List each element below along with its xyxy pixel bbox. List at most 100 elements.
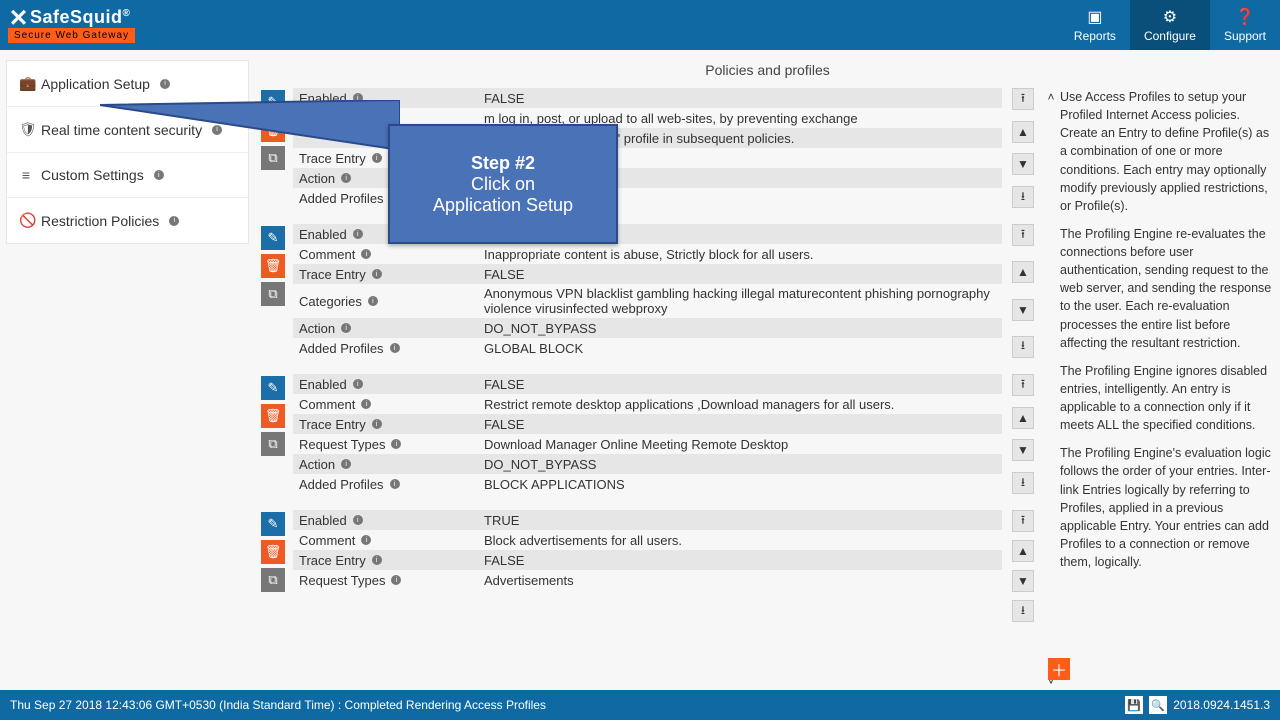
property-row: Trace EntryiFALSE — [293, 414, 1002, 434]
property-label: Request Typesi — [293, 571, 478, 590]
info-icon: i — [341, 323, 351, 333]
nav-label: Reports — [1074, 29, 1116, 43]
info-icon: i — [154, 170, 164, 180]
move-top-button[interactable]: ⭱ — [1012, 510, 1034, 532]
nav-reports[interactable]: ▣ Reports — [1060, 0, 1130, 50]
nav-support[interactable]: ❓ Support — [1210, 0, 1280, 50]
delete-button[interactable]: 🗑 — [261, 254, 285, 278]
info-icon: i — [372, 419, 382, 429]
nav-configure[interactable]: ⚙ Configure — [1130, 0, 1210, 50]
property-row: EnablediFALSE — [293, 374, 1002, 394]
property-row: EnablediTRUE — [293, 510, 1002, 530]
ban-icon: 🚫 — [19, 212, 33, 229]
info-icon: i — [361, 535, 371, 545]
policy-entry: ✎🗑⧉EnablediFALSECommentiRestrict remote … — [261, 374, 1036, 494]
header-nav: ▣ Reports ⚙ Configure ❓ Support — [1060, 0, 1280, 50]
property-row: Request TypesiAdvertisements — [293, 570, 1002, 590]
property-label: Trace Entryi — [293, 551, 478, 570]
move-bottom-button[interactable]: ⭳ — [1012, 600, 1034, 622]
property-label: Commenti — [293, 245, 478, 264]
move-up-button[interactable]: ▲ — [1012, 407, 1034, 429]
move-top-button[interactable]: ⭱ — [1012, 374, 1034, 396]
move-down-button[interactable]: ▼ — [1012, 153, 1034, 175]
entry-properties: EnablediFALSECommentiRestrict remote des… — [293, 374, 1002, 494]
sidebar-item-restriction-policies[interactable]: 🚫 Restriction Policies i — [7, 198, 248, 243]
move-top-button[interactable]: ⭱ — [1012, 88, 1034, 110]
property-label: Trace Entryi — [293, 265, 478, 284]
add-entry-button[interactable]: ＋ — [1048, 658, 1070, 680]
shield-icon: 🛡 — [19, 121, 33, 138]
property-value: Anonymous VPN blacklist gambling hacking… — [478, 284, 1002, 318]
info-icon: i — [391, 575, 401, 585]
property-row: ActioniDO_NOT_BYPASS — [293, 318, 1002, 338]
clone-button[interactable]: ⧉ — [261, 282, 285, 306]
expand-up-icon[interactable]: ˄ — [1047, 88, 1054, 106]
property-label: Trace Entryi — [293, 415, 478, 434]
info-icon: i — [390, 479, 400, 489]
edit-button[interactable]: ✎ — [261, 512, 285, 536]
move-bottom-button[interactable]: ⭳ — [1012, 186, 1034, 208]
clone-button[interactable]: ⧉ — [261, 432, 285, 456]
property-row: CommentiRestrict remote desktop applicat… — [293, 394, 1002, 414]
property-row: Trace EntryiFALSE — [293, 264, 1002, 284]
move-up-button[interactable]: ▲ — [1012, 121, 1034, 143]
property-row: ActioniDO_NOT_BYPASS — [293, 454, 1002, 474]
delete-button[interactable]: 🗑 — [261, 540, 285, 564]
property-value: FALSE — [478, 265, 1002, 284]
clone-button[interactable]: ⧉ — [261, 568, 285, 592]
info-icon: i — [391, 439, 401, 449]
property-row: Request TypesiDownload Manager Online Me… — [293, 434, 1002, 454]
move-up-button[interactable]: ▲ — [1012, 540, 1034, 562]
edit-button[interactable]: ✎ — [261, 226, 285, 250]
sidebar-item-label: Application Setup — [41, 76, 150, 92]
sidebar-item-label: Custom Settings — [41, 167, 144, 183]
property-value: TRUE — [478, 511, 1002, 530]
question-icon: ❓ — [1235, 7, 1255, 27]
property-label: Commenti — [293, 531, 478, 550]
help-paragraph: The Profiling Engine ignores disabled en… — [1060, 362, 1274, 435]
help-paragraph: The Profiling Engine re-evaluates the co… — [1060, 225, 1274, 352]
cogs-icon: ⚙ — [1163, 7, 1177, 27]
delete-button[interactable]: 🗑 — [261, 404, 285, 428]
move-top-button[interactable]: ⭱ — [1012, 224, 1034, 246]
info-icon: i — [361, 249, 371, 259]
callout-line1: Step #2 — [471, 153, 535, 174]
info-icon: i — [372, 555, 382, 565]
info-icon: i — [160, 79, 170, 89]
status-bar: Thu Sep 27 2018 12:43:06 GMT+0530 (India… — [0, 690, 1280, 720]
move-down-button[interactable]: ▼ — [1012, 570, 1034, 592]
property-value: Restrict remote desktop applications ,Do… — [478, 395, 1002, 414]
search-icon[interactable]: 🔍 — [1149, 696, 1167, 714]
policy-entry: ✎🗑⧉EnablediTRUECommentiInappropriate con… — [261, 224, 1036, 358]
property-value: FALSE — [478, 415, 1002, 434]
property-value: FALSE — [478, 375, 1002, 394]
property-label: Enabledi — [293, 511, 478, 530]
property-row: Added ProfilesiGLOBAL BLOCK — [293, 338, 1002, 358]
move-bottom-button[interactable]: ⭳ — [1012, 472, 1034, 494]
edit-button[interactable]: ✎ — [261, 376, 285, 400]
nav-label: Support — [1224, 29, 1266, 43]
move-down-button[interactable]: ▼ — [1012, 439, 1034, 461]
move-up-button[interactable]: ▲ — [1012, 261, 1034, 283]
help-panel: ˄ ˅ Use Access Profiles to setup your Pr… — [1044, 88, 1274, 690]
status-text: Thu Sep 27 2018 12:43:06 GMT+0530 (India… — [10, 698, 546, 712]
info-icon: i — [341, 173, 351, 183]
info-icon: i — [390, 343, 400, 353]
info-icon: i — [353, 379, 363, 389]
callout-line3: Application Setup — [433, 195, 573, 216]
page-title: Policies and profiles — [261, 58, 1274, 88]
brand-logo: SafeSquid® Secure Web Gateway — [0, 0, 135, 50]
property-value: Inappropriate content is abuse, Strictly… — [478, 245, 1002, 264]
move-down-button[interactable]: ▼ — [1012, 299, 1034, 321]
property-label: Actioni — [293, 455, 478, 474]
info-icon: i — [353, 515, 363, 525]
save-icon[interactable]: 💾 — [1125, 696, 1143, 714]
move-bottom-button[interactable]: ⭳ — [1012, 336, 1034, 358]
brand-tagline: Secure Web Gateway — [8, 28, 135, 43]
property-label: Actioni — [293, 319, 478, 338]
bar-chart-icon: ▣ — [1087, 7, 1102, 27]
entries-list: ✎🗑⧉EnablediFALSECommentim log in, post, … — [261, 88, 1036, 690]
policy-entry: ✎🗑⧉EnablediTRUECommentiBlock advertiseme… — [261, 510, 1036, 622]
callout-line2: Click on — [471, 174, 535, 195]
app-header: SafeSquid® Secure Web Gateway ▣ Reports … — [0, 0, 1280, 50]
